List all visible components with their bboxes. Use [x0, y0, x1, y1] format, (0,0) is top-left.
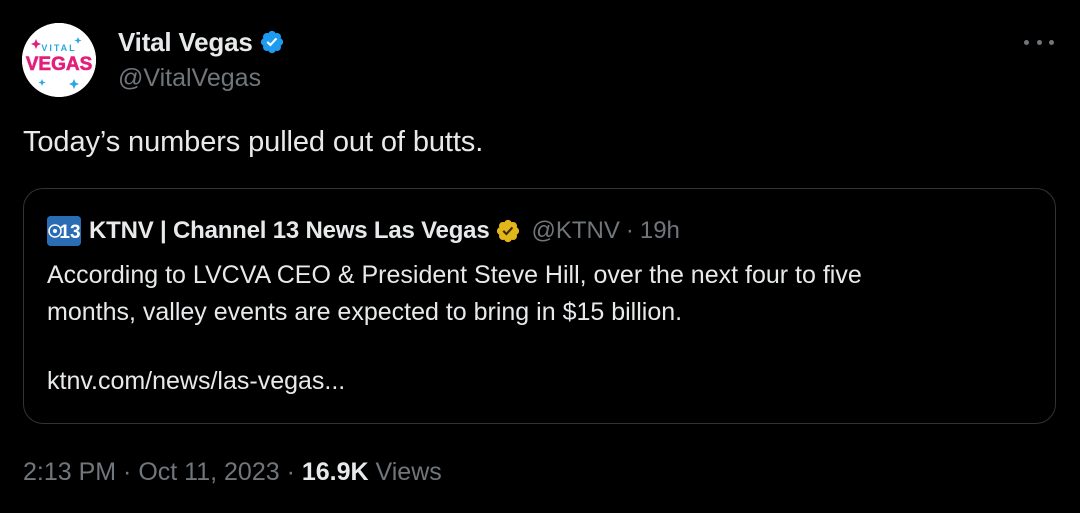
- quote-body: According to LVCVA CEO & President Steve…: [47, 257, 1027, 331]
- quote-header: 13 KTNV | Channel 13 News Las Vegas @KTN…: [47, 215, 680, 247]
- quote-body-line-1: According to LVCVA CEO & President Steve…: [47, 261, 862, 289]
- tweet-text: Today’s numbers pulled out of butts.: [23, 126, 484, 158]
- svg-text:VEGAS: VEGAS: [26, 54, 93, 75]
- quote-link[interactable]: ktnv.com/news/las-vegas...: [47, 367, 345, 396]
- tweet-meta: 2:13 PM · Oct 11, 2023 · 16.9K Views: [23, 458, 442, 487]
- gold-verified-badge-icon[interactable]: [495, 218, 521, 244]
- meta-separator: ·: [279, 458, 302, 486]
- svg-text:13: 13: [59, 222, 80, 243]
- quoted-tweet[interactable]: 13 KTNV | Channel 13 News Las Vegas @KTN…: [23, 188, 1056, 424]
- avatar[interactable]: VITAL VEGAS: [22, 23, 96, 97]
- author-name-row: Vital Vegas: [118, 26, 285, 58]
- meta-separator: ·: [116, 458, 139, 486]
- views-count: 16.9K: [301, 458, 369, 486]
- ktnv-logo-icon[interactable]: 13: [47, 216, 81, 246]
- quote-separator: ·: [625, 217, 634, 244]
- more-horizontal-icon[interactable]: [1024, 30, 1054, 54]
- tweet-time[interactable]: 2:13 PM: [23, 458, 116, 486]
- verified-badge-icon[interactable]: [259, 29, 285, 55]
- svg-text:VITAL: VITAL: [41, 43, 76, 53]
- quote-body-line-2: months, valley events are expected to br…: [47, 298, 683, 326]
- tweet-card: VITAL VEGAS Vital Vegas @VitalVegas Toda…: [0, 0, 1080, 513]
- tweet-date[interactable]: Oct 11, 2023: [138, 458, 279, 486]
- vital-vegas-logo-icon: VITAL VEGAS: [22, 23, 96, 97]
- author-handle[interactable]: @VitalVegas: [118, 64, 261, 93]
- quote-display-name[interactable]: KTNV | Channel 13 News Las Vegas: [89, 217, 490, 245]
- quote-timestamp[interactable]: 19h: [640, 217, 680, 245]
- views-label: Views: [368, 458, 442, 486]
- quote-handle[interactable]: @KTNV: [531, 217, 619, 245]
- author-display-name[interactable]: Vital Vegas: [118, 27, 253, 58]
